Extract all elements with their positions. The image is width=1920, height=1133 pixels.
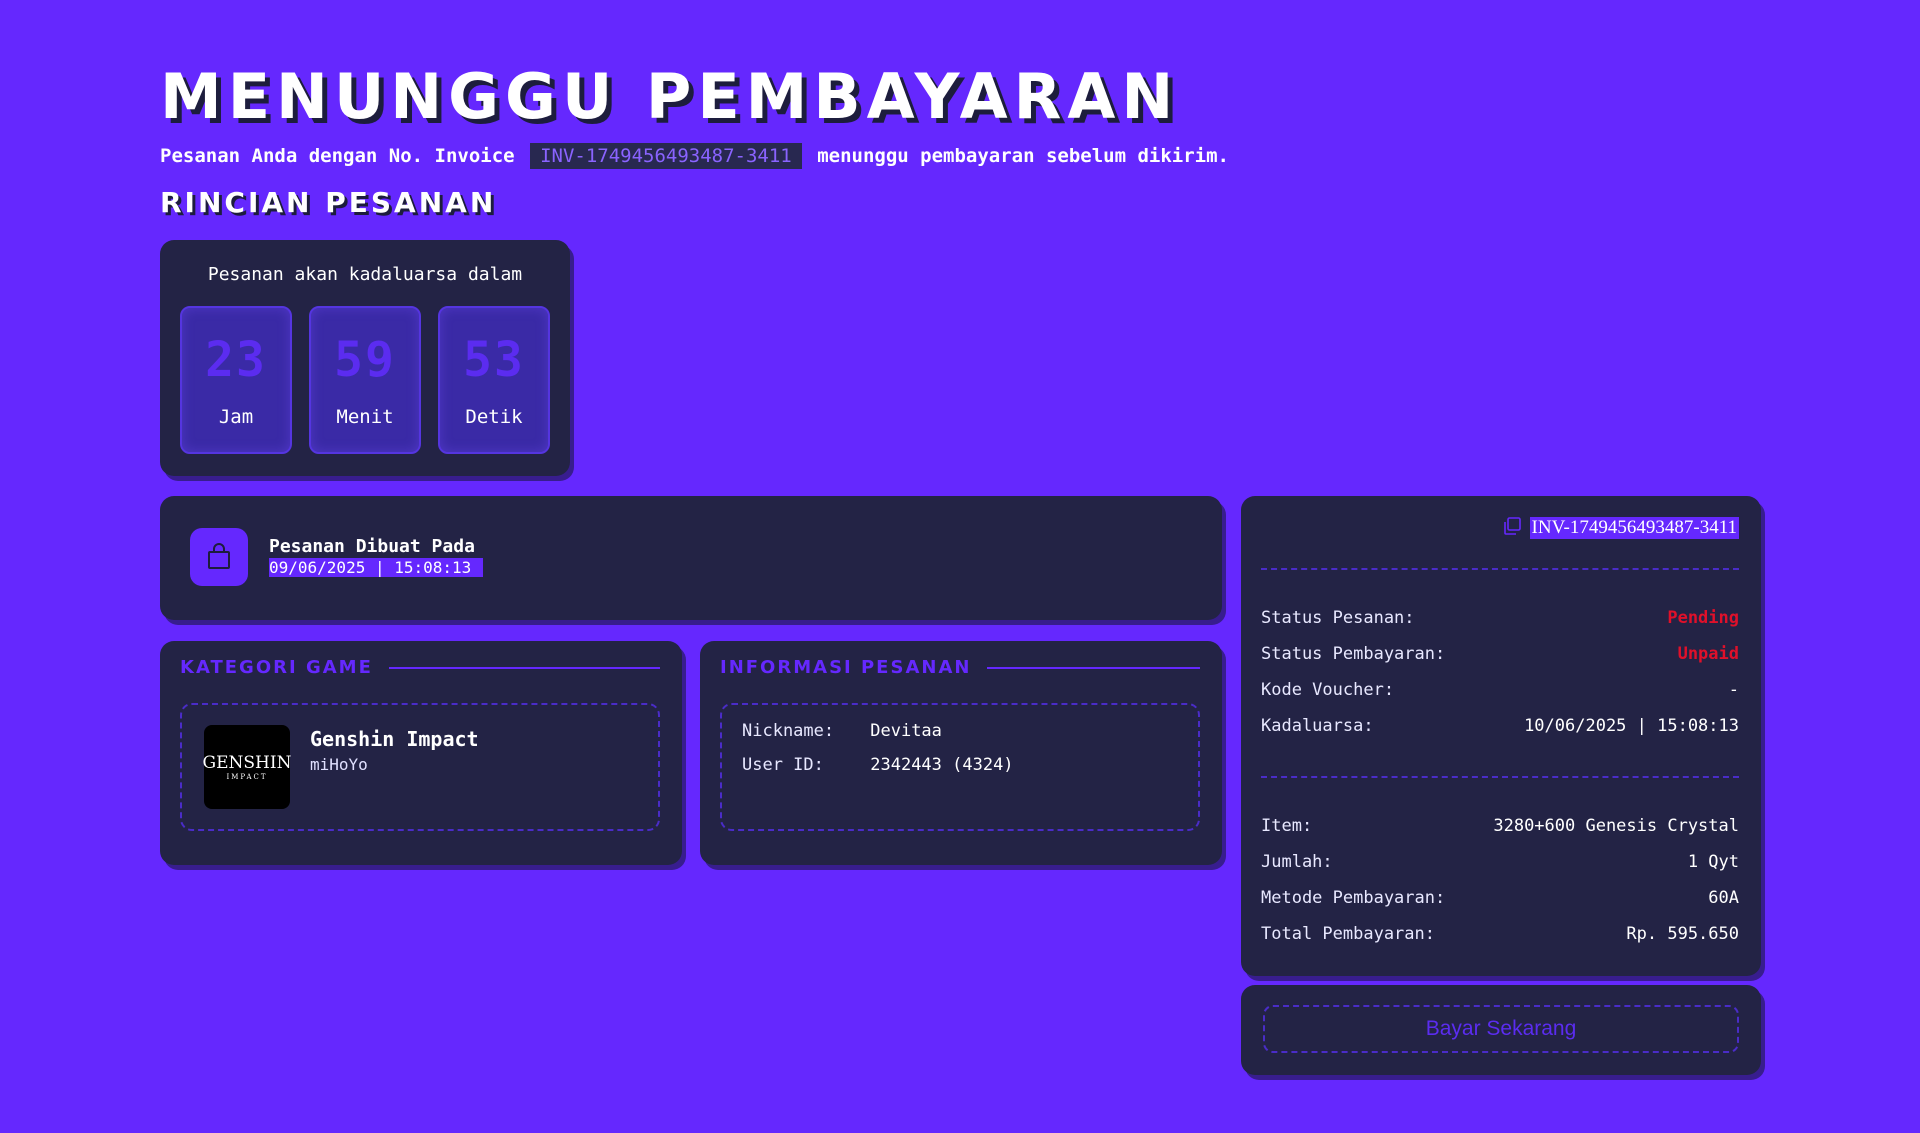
heading-divider — [987, 666, 1200, 669]
heading-divider — [388, 666, 660, 669]
expiry-value: 10/06/2025 | 15:08:13 — [1524, 716, 1739, 736]
order-info-box: Nickname: Devitaa User ID: 2342443 (4324… — [720, 703, 1200, 831]
game-category-card: KATEGORI GAME GENSHIN IMPACT Genshin Imp… — [160, 641, 682, 865]
subtitle-text-before: Pesanan Anda dengan No. Invoice — [160, 145, 515, 167]
expiry-label: Kadaluarsa: — [1261, 716, 1374, 736]
subtitle-text-after: menunggu pembayaran sebelum dikirim. — [817, 145, 1229, 167]
countdown-hours-label: Jam — [218, 406, 254, 428]
countdown-seconds-value: 53 — [463, 332, 525, 388]
shopping-bag-icon — [190, 528, 248, 586]
countdown-minutes: 59 Menit — [309, 306, 421, 454]
countdown-minutes-label: Menit — [336, 406, 394, 428]
nickname-row: Nickname: Devitaa — [742, 721, 942, 741]
method-row: Metode Pembayaran: 60A — [1261, 888, 1739, 908]
qty-value: 1 Qyt — [1687, 852, 1739, 872]
total-row: Total Pembayaran: Rp. 595.650 — [1261, 924, 1739, 944]
order-info-card: INFORMASI PESANAN Nickname: Devitaa User… — [700, 641, 1222, 865]
summary-invoice[interactable]: INV-1749456493487-3411 — [1502, 516, 1739, 540]
summary-invoice-number[interactable]: INV-1749456493487-3411 — [1529, 517, 1739, 539]
status-payment-badge: Unpaid — [1677, 644, 1739, 664]
method-value: 60A — [1708, 888, 1739, 908]
method-label: Metode Pembayaran: — [1261, 888, 1446, 908]
countdown-card: Pesanan akan kadaluarsa dalam 23 Jam 59 … — [160, 240, 570, 476]
game-logo-sub: IMPACT — [226, 773, 268, 781]
userid-label: User ID: — [742, 755, 824, 775]
game-box: GENSHIN IMPACT Genshin Impact miHoYo — [180, 703, 660, 831]
expiry-row: Kadaluarsa: 10/06/2025 | 15:08:13 — [1261, 716, 1739, 736]
pay-card: Bayar Sekarang — [1241, 985, 1761, 1075]
page-title: MENUNGGU PEMBAYARAN — [160, 60, 1180, 133]
summary-divider — [1261, 776, 1739, 778]
game-name: Genshin Impact — [310, 727, 479, 751]
countdown-label: Pesanan akan kadaluarsa dalam — [207, 264, 523, 285]
countdown-hours: 23 Jam — [180, 306, 292, 454]
nickname-value: Devitaa — [870, 721, 942, 741]
created-label: Pesanan Dibuat Pada — [269, 536, 475, 557]
status-order-row: Status Pesanan: Pending — [1261, 608, 1739, 628]
qty-label: Jumlah: — [1261, 852, 1333, 872]
nickname-label: Nickname: — [742, 721, 835, 741]
order-created-card: Pesanan Dibuat Pada 09/06/2025 | 15:08:1… — [160, 496, 1222, 620]
game-category-heading: KATEGORI GAME — [180, 657, 373, 678]
countdown-seconds: 53 Detik — [438, 306, 550, 454]
userid-value: 2342443 (4324) — [870, 755, 1014, 775]
section-title: RINCIAN PESANAN — [160, 186, 497, 219]
order-info-header: INFORMASI PESANAN — [720, 657, 1200, 678]
copy-icon[interactable] — [1502, 516, 1522, 540]
item-value: 3280+600 Genesis Crystal — [1493, 816, 1739, 836]
countdown-seconds-label: Detik — [465, 406, 523, 428]
created-value: 09/06/2025 | 15:08:13 — [269, 558, 484, 577]
status-payment-row: Status Pembayaran: Unpaid — [1261, 644, 1739, 664]
game-category-header: KATEGORI GAME — [180, 657, 660, 678]
voucher-row: Kode Voucher: - — [1261, 680, 1739, 700]
voucher-label: Kode Voucher: — [1261, 680, 1395, 700]
page: MENUNGGU PEMBAYARAN Pesanan Anda dengan … — [160, 0, 1762, 1133]
item-label: Item: — [1261, 816, 1313, 836]
userid-row: User ID: 2342443 (4324) — [742, 755, 1014, 775]
countdown-hours-value: 23 — [205, 332, 267, 388]
qty-row: Jumlah: 1 Qyt — [1261, 852, 1739, 872]
game-logo: GENSHIN IMPACT — [202, 725, 292, 809]
total-label: Total Pembayaran: — [1261, 924, 1435, 944]
status-payment-label: Status Pembayaran: — [1261, 644, 1446, 664]
page-subtitle: Pesanan Anda dengan No. Invoice INV-1749… — [160, 143, 1229, 169]
order-info-heading: INFORMASI PESANAN — [720, 657, 972, 678]
summary-divider — [1261, 568, 1739, 570]
game-publisher: miHoYo — [310, 755, 368, 774]
invoice-number-chip[interactable]: INV-1749456493487-3411 — [530, 143, 802, 169]
total-value: Rp. 595.650 — [1626, 924, 1739, 944]
pay-now-button[interactable]: Bayar Sekarang — [1263, 1005, 1739, 1053]
countdown-minutes-value: 59 — [334, 332, 396, 388]
order-summary-card: INV-1749456493487-3411 Status Pesanan: P… — [1241, 496, 1761, 976]
voucher-value: - — [1728, 680, 1739, 700]
status-order-label: Status Pesanan: — [1261, 608, 1415, 628]
item-row: Item: 3280+600 Genesis Crystal — [1261, 816, 1739, 836]
status-order-badge: Pending — [1667, 608, 1739, 628]
game-logo-text: GENSHIN — [202, 753, 292, 773]
